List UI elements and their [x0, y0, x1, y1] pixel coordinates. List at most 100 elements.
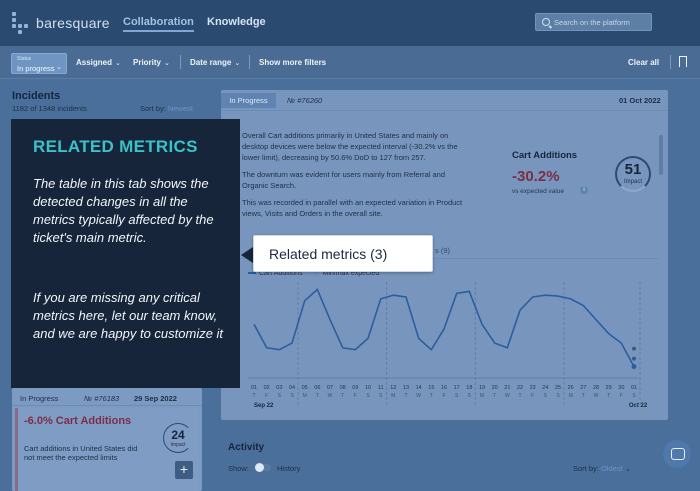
x-weekday-label: S [556, 393, 560, 399]
status-filter-dropdown[interactable]: Status In progress ⌄ [11, 53, 67, 74]
metric-title: Cart Additions [512, 150, 578, 161]
tab-fragment[interactable]: s (9) [435, 246, 450, 255]
incident-description: Cart additions in United States did not … [24, 444, 138, 462]
x-tick-label: 21 [504, 385, 510, 391]
x-tick-label: 18 [466, 385, 472, 391]
chevron-down-icon: ⌄ [164, 60, 170, 67]
summary-paragraph-3: This was recorded in parallel with an ex… [242, 198, 463, 218]
x-tick-label: 03 [276, 385, 282, 391]
expected-point-lower [632, 346, 636, 351]
x-weekday-label: S [544, 393, 548, 399]
brand-name[interactable]: baresquare [36, 15, 110, 31]
x-weekday-label: S [455, 393, 459, 399]
x-weekday-label: S [379, 393, 383, 399]
x-tick-label: 08 [340, 385, 346, 391]
ticket-scrollbar[interactable] [659, 135, 663, 175]
x-weekday-label: F [531, 393, 534, 399]
add-button[interactable]: + [175, 461, 193, 479]
x-weekday-label: T [341, 393, 344, 399]
incident-impact-value: 24 [171, 428, 185, 442]
assigned-filter-dropdown[interactable]: Assigned ⌄ [76, 58, 121, 67]
x-start-label: Sep 22 [254, 403, 274, 409]
chevron-down-icon: ⌄ [56, 64, 62, 71]
x-tick-label: 13 [403, 385, 409, 391]
chevron-down-icon: ⌄ [624, 464, 632, 473]
severity-bar [15, 408, 18, 491]
incident-card[interactable]: In Progress № #76183 29 Sep 2022 -6.0% C… [12, 388, 202, 491]
x-tick-label: 12 [390, 385, 396, 391]
x-weekday-label: T [252, 393, 255, 399]
incident-metric-change: -6.0% Cart Additions [24, 415, 132, 427]
legend-line-swatch [248, 272, 256, 274]
baresquare-logo-icon[interactable] [12, 12, 32, 34]
x-weekday-label: S [366, 393, 370, 399]
x-weekday-label: T [518, 393, 521, 399]
search-input[interactable] [554, 16, 650, 28]
x-tick-label: 07 [327, 385, 333, 391]
history-toggle[interactable] [255, 463, 271, 472]
filter-divider [180, 55, 181, 69]
history-label: History [277, 464, 301, 473]
tooltip-arrow [241, 247, 253, 263]
x-weekday-label: F [620, 393, 623, 399]
metric-value: -30.2% [512, 168, 560, 185]
series-line-cart-additions [253, 288, 635, 367]
x-weekday-label: S [468, 393, 472, 399]
chat-icon[interactable] [663, 440, 691, 468]
bookmark-icon[interactable] [679, 56, 687, 70]
x-end-label: Oct 22 [629, 403, 648, 409]
x-weekday-label: T [316, 393, 319, 399]
incident-status: In Progress [20, 394, 59, 403]
metric-line-chart: 01 T 02 F 03 S 04 S 05 M 06 T 07 W 08 T 09 F 10 S 11 S 12 M 13 T 1… [248, 282, 648, 409]
tooltip-body-2: If you are missing any critical metrics … [33, 290, 224, 341]
incident-date: 29 Sep 2022 [134, 394, 177, 403]
x-weekday-label: M [303, 393, 307, 399]
ticket-status-badge: In Progress [221, 93, 276, 108]
x-weekday-label: F [265, 393, 268, 399]
x-tick-label: 29 [606, 385, 612, 391]
x-weekday-label: S [632, 393, 636, 399]
x-weekday-label: W [416, 393, 421, 399]
nav-knowledge[interactable]: Knowledge [207, 16, 266, 28]
x-tick-label: 15 [428, 385, 434, 391]
search-box[interactable] [535, 13, 652, 31]
x-tick-label: 30 [618, 385, 624, 391]
x-weekday-label: M [391, 393, 395, 399]
activity-title: Activity [228, 442, 265, 453]
x-tick-label: 19 [479, 385, 485, 391]
x-weekday-label: T [404, 393, 407, 399]
activity-sort-value: Oldest [600, 464, 623, 473]
summary-paragraph-1: Overall Cart additions primarily in Unit… [242, 131, 458, 162]
tooltip-body-1: The table in this tab shows the detected… [33, 176, 214, 245]
x-weekday-label: W [505, 393, 510, 399]
metric-subtitle: vs expected value [512, 188, 565, 195]
x-weekday-label: M [480, 393, 484, 399]
incidents-sort[interactable]: Sort by: Newest [140, 104, 193, 113]
summary-paragraph-2: The downturn was evident for users mainl… [242, 170, 446, 190]
x-tick-label: 28 [593, 385, 599, 391]
series-point-last [631, 364, 637, 370]
clear-all-button[interactable]: Clear all [628, 58, 659, 67]
show-more-filters-button[interactable]: Show more filters [259, 58, 326, 67]
x-tick-label: 05 [302, 385, 308, 391]
nav-collaboration[interactable]: Collaboration [123, 16, 194, 32]
priority-filter-dropdown[interactable]: Priority ⌄ [133, 58, 170, 67]
incidents-count: 1182 of 1348 incidents [12, 104, 87, 113]
x-tick-label: 01 [631, 385, 637, 391]
x-tick-label: 11 [378, 385, 384, 391]
filter-divider [249, 55, 250, 69]
related-metrics-tab-callout[interactable]: Related metrics (3) [253, 235, 433, 272]
x-tick-label: 17 [454, 385, 460, 391]
ticket-summary: Overall Cart additions primarily in Unit… [242, 130, 464, 225]
status-filter-value: In progress [17, 64, 55, 73]
x-tick-label: 09 [352, 385, 358, 391]
activity-sort[interactable]: Sort by: Oldest ⌄ [573, 464, 631, 473]
activity-show-label: Show: [228, 464, 249, 473]
ticket-impact-label: Impact [623, 179, 642, 185]
info-icon[interactable]: i [580, 186, 588, 194]
x-tick-label: 06 [314, 385, 320, 391]
incident-impact-label: Impact [170, 442, 186, 448]
x-weekday-label: T [607, 393, 610, 399]
date-range-filter-dropdown[interactable]: Date range ⌄ [190, 58, 240, 67]
x-tick-label: 27 [580, 385, 586, 391]
